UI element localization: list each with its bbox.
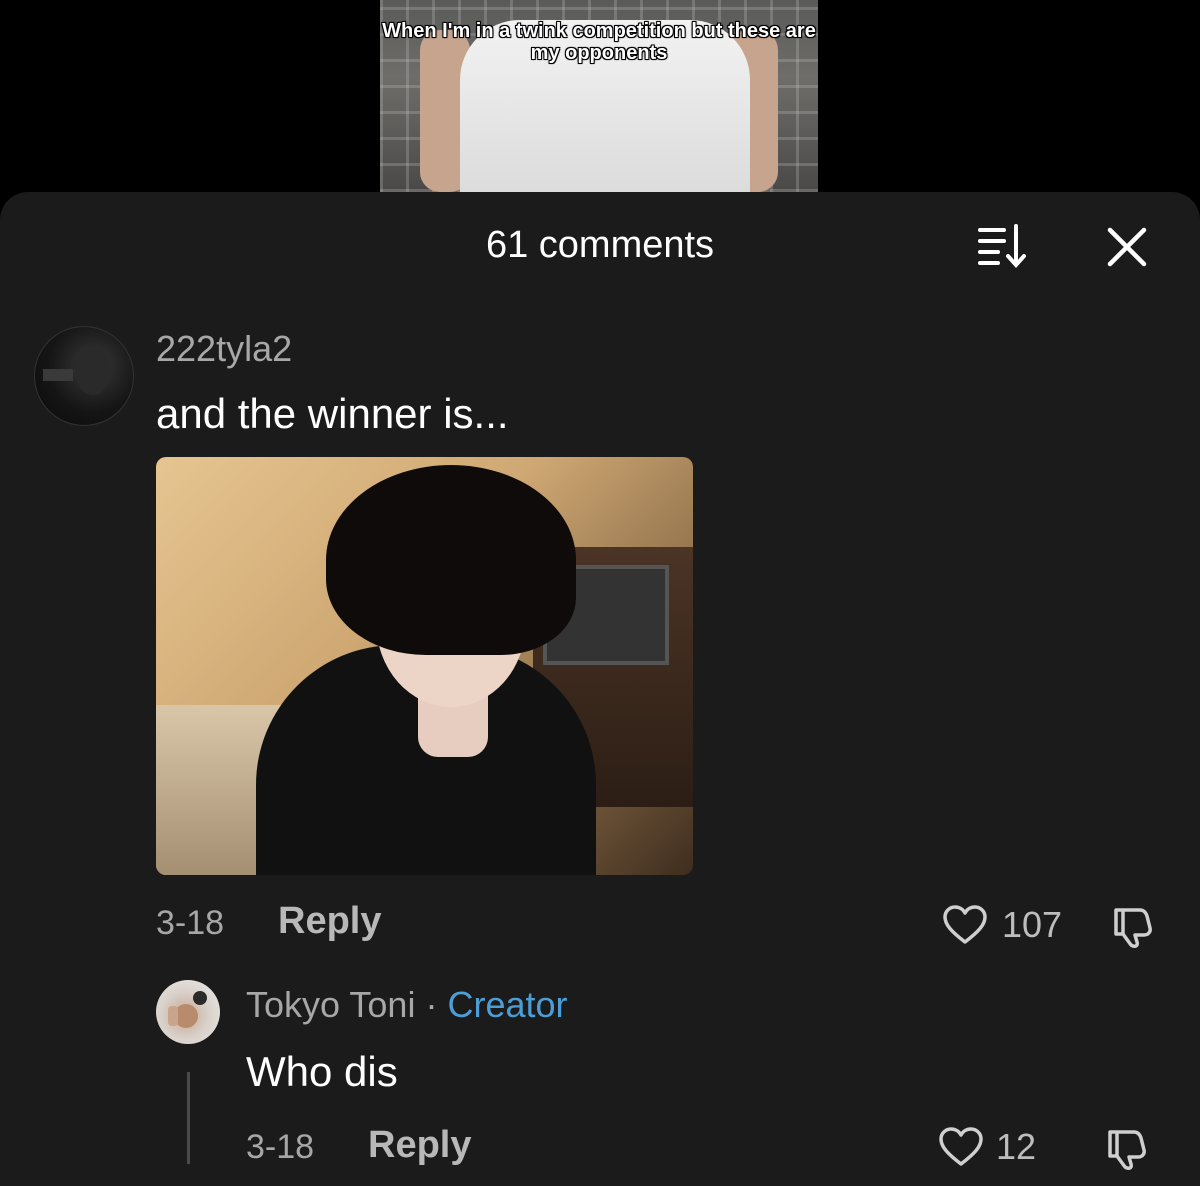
heart-icon[interactable] bbox=[938, 1126, 984, 1168]
video-thumbnail[interactable]: When I'm in a twink competition but thes… bbox=[380, 0, 818, 192]
comment-image[interactable] bbox=[156, 457, 693, 875]
thumbs-down-icon[interactable] bbox=[1104, 1126, 1148, 1170]
avatar[interactable] bbox=[34, 326, 134, 426]
creator-avatar[interactable] bbox=[156, 980, 220, 1044]
thumbs-down-icon[interactable] bbox=[1110, 904, 1154, 948]
reply-text: Who dis bbox=[246, 1048, 398, 1095]
reply-date: 3-18 bbox=[246, 1128, 315, 1166]
close-icon[interactable] bbox=[1104, 224, 1150, 270]
reply-button[interactable]: Reply bbox=[368, 1124, 471, 1167]
video-area[interactable]: When I'm in a twink competition but thes… bbox=[0, 0, 1200, 200]
like-count: 107 bbox=[1002, 904, 1063, 945]
reply-button[interactable]: Reply bbox=[278, 900, 381, 943]
creator-badge: Creator bbox=[447, 984, 568, 1025]
comment-username[interactable]: 222tyla2 bbox=[156, 328, 292, 370]
comments-sheet: 61 comments 222tyla2 and the winner is..… bbox=[0, 192, 1200, 1186]
like-count: 12 bbox=[996, 1126, 1037, 1167]
comment-date: 3-18 bbox=[156, 904, 225, 942]
video-caption: When I'm in a twink competition but thes… bbox=[382, 20, 816, 64]
image-person-hair bbox=[326, 465, 576, 655]
sort-icon[interactable] bbox=[976, 222, 1030, 270]
thread-line bbox=[187, 1072, 190, 1164]
comment-text: and the winner is... bbox=[156, 390, 509, 437]
separator-dot: · bbox=[425, 984, 438, 1025]
reply-username[interactable]: Tokyo Toni bbox=[246, 984, 415, 1025]
avatar-image bbox=[43, 347, 111, 395]
reply-username-line: Tokyo Toni · Creator bbox=[246, 984, 568, 1026]
heart-icon[interactable] bbox=[942, 904, 988, 946]
avatar-image bbox=[168, 991, 207, 1028]
